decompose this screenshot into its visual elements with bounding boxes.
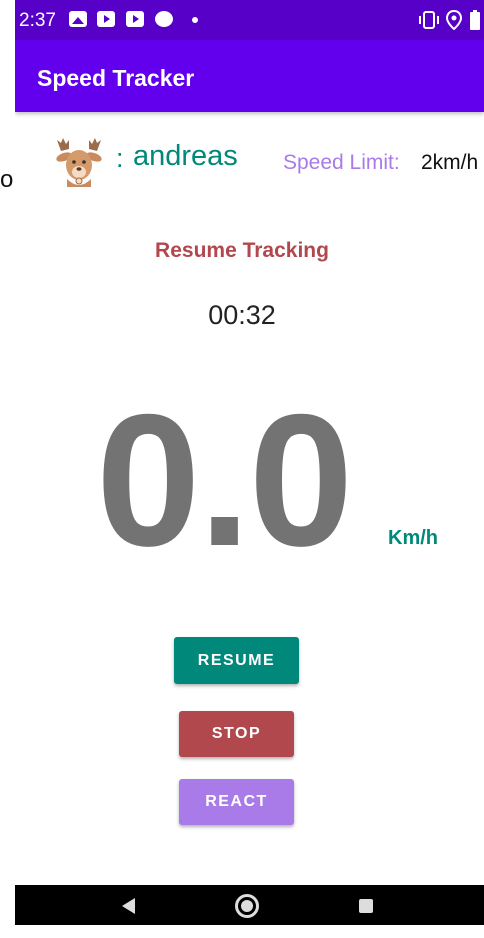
stray-text: o <box>0 166 14 193</box>
stop-button[interactable]: STOP <box>179 711 294 757</box>
dot-icon <box>192 17 198 23</box>
user-separator: : <box>116 143 124 173</box>
phone-screen: 2:37 Speed Tracker: andreas Speed Limit… <box>15 0 484 925</box>
status-time: 2:37 <box>19 10 56 31</box>
battery-icon <box>470 10 480 30</box>
resume-button[interactable]: RESUME <box>174 637 299 684</box>
tracking-timer: 00:32 <box>208 300 276 330</box>
speed-limit-value: 2km/h <box>421 151 479 174</box>
tracking-status: Resume Tracking <box>155 239 329 262</box>
recents-icon[interactable] <box>359 899 373 913</box>
location-icon <box>446 10 462 30</box>
speed-unit: Km/h <box>388 527 438 549</box>
image-icon <box>69 11 87 27</box>
app-title: Speed Tracker <box>37 65 195 91</box>
react-button[interactable]: REACT <box>179 779 294 825</box>
messenger-icon <box>155 11 173 27</box>
deer-avatar-icon <box>56 138 102 187</box>
speed-limit-label: Speed Limit: <box>283 151 400 174</box>
status-bar: 2:37 <box>15 0 484 40</box>
home-icon[interactable] <box>235 894 259 918</box>
navigation-bar <box>15 885 484 925</box>
play-icon <box>126 11 144 27</box>
speed-value: 0.0 <box>96 375 353 585</box>
app-bar: Speed Tracker <box>15 40 484 112</box>
vibrate-icon <box>419 11 439 29</box>
username: andreas <box>133 140 238 172</box>
play-icon <box>97 11 115 27</box>
back-icon[interactable] <box>122 898 135 914</box>
